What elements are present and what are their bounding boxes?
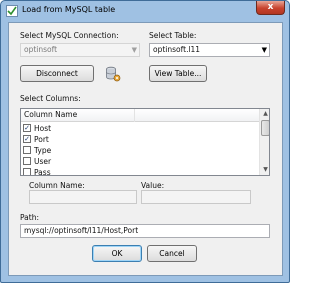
table-select[interactable]: optinsoft.l11 ▼ [149, 43, 270, 57]
chevron-down-icon: ▼ [261, 46, 267, 54]
scroll-down-icon[interactable]: ▼ [260, 165, 269, 175]
path-field[interactable]: mysql://optinsoft/l11/Host,Port [20, 224, 270, 238]
close-button[interactable]: x [256, 1, 285, 15]
list-item-label: User [34, 157, 52, 166]
checkbox-checked[interactable]: ✓ [23, 135, 31, 143]
disconnect-button[interactable]: Disconnect [20, 65, 94, 82]
app-icon [6, 5, 18, 17]
columns-list-header: Column Name [21, 109, 259, 122]
connection-select[interactable]: optinsoft ▼ [20, 43, 140, 57]
checkbox-unchecked[interactable] [23, 168, 31, 175]
database-gear-icon [106, 66, 121, 82]
cancel-button[interactable]: Cancel [147, 245, 197, 262]
column-header-extra[interactable] [135, 109, 259, 122]
vertical-scrollbar[interactable]: ▲ ▼ [259, 109, 269, 175]
connection-select-value: optinsoft [24, 45, 58, 54]
ok-button[interactable]: OK [92, 245, 142, 262]
scroll-up-icon[interactable]: ▲ [260, 109, 269, 119]
list-item-label: Host [34, 124, 52, 133]
connection-label: Select MySQL Connection: [20, 31, 119, 40]
chevron-down-icon: ▼ [131, 46, 137, 54]
column-header-name[interactable]: Column Name [21, 109, 135, 122]
value-field[interactable] [141, 190, 251, 204]
checkbox-unchecked[interactable] [23, 146, 31, 154]
dialog-window: Load from MySQL table x Select MySQL Con… [0, 0, 290, 283]
path-label: Path: [20, 213, 40, 222]
close-icon: x [267, 2, 274, 12]
window-title: Load from MySQL table [22, 5, 116, 14]
title-bar[interactable]: Load from MySQL table x [1, 1, 289, 22]
column-name-field[interactable] [29, 190, 137, 204]
table-label: Select Table: [149, 31, 197, 40]
select-columns-label: Select Columns: [20, 94, 81, 103]
value-label: Value: [141, 181, 165, 190]
columns-list[interactable]: Column Name ✓ Host ✓ Port Type User Pass… [20, 108, 270, 176]
checkbox-checked[interactable]: ✓ [23, 124, 31, 132]
scrollbar-thumb[interactable] [261, 120, 269, 136]
checkbox-unchecked[interactable] [23, 157, 31, 165]
table-select-value: optinsoft.l11 [153, 45, 201, 54]
list-item-label: Port [34, 135, 49, 144]
view-table-button[interactable]: View Table... [149, 65, 207, 82]
list-item-label: Type [34, 146, 52, 155]
dialog-client-area: Select MySQL Connection: optinsoft ▼ Sel… [8, 22, 283, 276]
list-item-label: Pass [34, 168, 51, 176]
column-name-label: Column Name: [29, 181, 85, 190]
